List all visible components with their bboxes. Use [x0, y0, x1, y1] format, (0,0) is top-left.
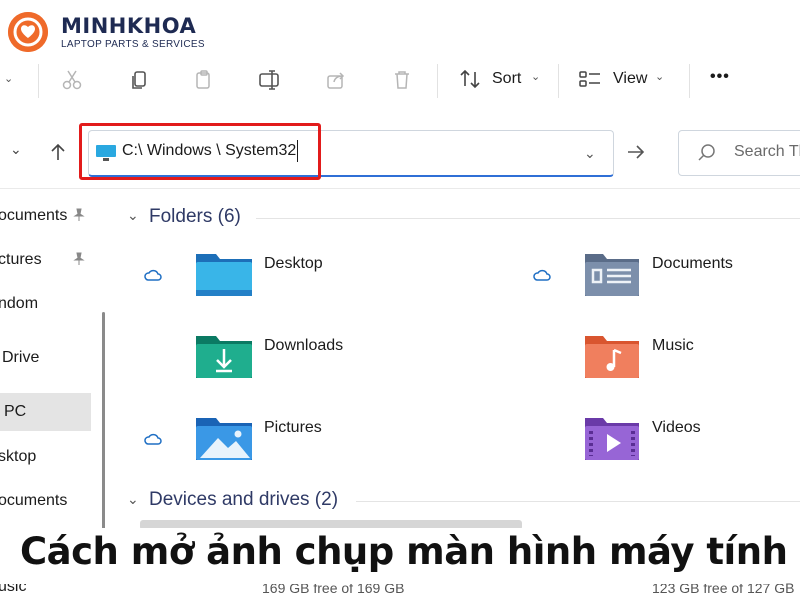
- devices-collapse-chevron-icon[interactable]: ⌄: [127, 491, 139, 508]
- folders-collapse-chevron-icon[interactable]: ⌄: [127, 207, 139, 224]
- downloads-folder-icon[interactable]: [194, 332, 254, 385]
- sort-button[interactable]: Sort: [492, 70, 521, 88]
- header-divider: [0, 188, 800, 189]
- videos-folder-icon[interactable]: [583, 414, 641, 467]
- folder-label-pictures[interactable]: Pictures: [264, 419, 322, 437]
- caption-text: Cách mở ảnh chụp màn hình máy tính: [20, 530, 788, 573]
- logo-mark-icon: [8, 12, 48, 52]
- sidebar-item-documents[interactable]: ocuments: [0, 207, 67, 225]
- devices-section-title[interactable]: Devices and drives (2): [149, 489, 338, 511]
- desktop-folder-icon[interactable]: [194, 250, 254, 303]
- toolbar-divider: [689, 64, 690, 98]
- toolbar-divider: [437, 64, 438, 98]
- logo-tagline: LAPTOP PARTS & SERVICES: [61, 39, 205, 50]
- logo-brand-name: MINHKHOA: [61, 14, 197, 38]
- new-dropdown-chevron-icon[interactable]: ⌄: [4, 72, 13, 85]
- more-options-button[interactable]: •••: [710, 68, 730, 86]
- cloud-sync-icon: [144, 268, 162, 281]
- toolbar-divider: [558, 64, 559, 98]
- search-icon: [697, 143, 717, 168]
- paste-icon[interactable]: [190, 66, 218, 94]
- go-arrow-icon[interactable]: [626, 142, 646, 167]
- copy-icon[interactable]: [126, 66, 154, 94]
- sidebar-item-desktop[interactable]: sktop: [0, 448, 36, 466]
- view-button[interactable]: View: [613, 70, 647, 88]
- command-bar: ⌄ Sort ⌄ View ⌄ •••: [0, 62, 800, 98]
- documents-folder-icon[interactable]: [583, 250, 641, 303]
- up-arrow-icon[interactable]: [48, 142, 68, 167]
- music-folder-icon[interactable]: [583, 332, 641, 385]
- delete-icon[interactable]: [388, 66, 416, 94]
- sort-chevron-icon[interactable]: ⌄: [531, 70, 540, 83]
- folder-label-music[interactable]: Music: [652, 337, 694, 355]
- sidebar-item-documents-2[interactable]: ocuments: [0, 492, 67, 510]
- pin-icon: [72, 252, 86, 269]
- sidebar-item-onedrive[interactable]: Drive: [2, 349, 39, 367]
- highlight-box: [79, 123, 321, 180]
- pin-icon: [72, 208, 86, 225]
- view-icon: [578, 68, 604, 95]
- recent-locations-chevron-icon[interactable]: ⌄: [10, 141, 22, 158]
- folders-section-title[interactable]: Folders (6): [149, 206, 241, 228]
- folder-label-documents[interactable]: Documents: [652, 255, 733, 273]
- toolbar-divider: [38, 64, 39, 98]
- search-input[interactable]: Search Th: [734, 143, 800, 161]
- sidebar-item-pictures[interactable]: ctures: [0, 251, 42, 269]
- section-divider: [256, 218, 800, 219]
- sort-icon: [458, 68, 482, 95]
- brand-logo: MINHKHOA LAPTOP PARTS & SERVICES: [8, 12, 208, 60]
- view-chevron-icon[interactable]: ⌄: [655, 70, 664, 83]
- sidebar-item-random[interactable]: ndom: [0, 295, 38, 313]
- sidebar-item-this-pc[interactable]: PC: [4, 403, 26, 421]
- cut-icon[interactable]: [58, 66, 86, 94]
- rename-icon[interactable]: [256, 66, 284, 94]
- sidebar-scrollbar[interactable]: [102, 312, 105, 532]
- share-icon[interactable]: [322, 66, 350, 94]
- pictures-folder-icon[interactable]: [194, 414, 254, 467]
- folder-label-downloads[interactable]: Downloads: [264, 337, 343, 355]
- section-divider: [356, 501, 800, 502]
- cloud-sync-icon: [144, 432, 162, 445]
- folder-label-desktop[interactable]: Desktop: [264, 255, 323, 273]
- folder-label-videos[interactable]: Videos: [652, 419, 701, 437]
- cloud-sync-icon: [533, 268, 551, 281]
- address-dropdown-chevron-icon[interactable]: ⌄: [584, 145, 596, 162]
